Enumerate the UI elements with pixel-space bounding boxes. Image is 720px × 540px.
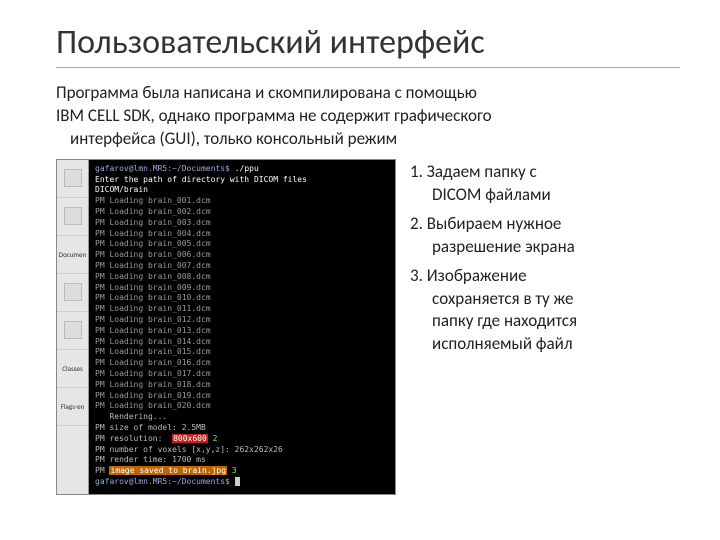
- sidebar-item: Classes: [57, 350, 88, 388]
- sidebar-item: [57, 198, 88, 236]
- page-title: Пользовательский интерфейс: [56, 22, 680, 63]
- terminal-window: Documen Classes Flags-en gafarov@lmn.MR5…: [56, 159, 396, 495]
- folder-icon: [64, 321, 82, 339]
- folder-icon: [64, 169, 82, 187]
- terminal-sidebar: Documen Classes Flags-en: [57, 160, 89, 494]
- sidebar-item: [57, 160, 88, 198]
- title-underline: [56, 67, 680, 68]
- folder-icon: [64, 207, 82, 225]
- sidebar-item: Flags-en: [57, 388, 88, 426]
- subtitle: Программа была написана и скомпилирована…: [56, 82, 680, 151]
- content-row: Documen Classes Flags-en gafarov@lmn.MR5…: [56, 159, 680, 495]
- step-2: 2. Выбираем нужное разрешение экрана: [410, 213, 680, 259]
- terminal-output: gafarov@lmn.MR5:~/Documents$ ./ppuEnter …: [89, 160, 395, 494]
- subtitle-line1: Программа была написана и скомпилирована…: [56, 82, 477, 103]
- sidebar-item: [57, 312, 88, 350]
- subtitle-line3: интерфейса (GUI), только консольный режи…: [56, 128, 680, 151]
- step-3: 3. Изображение сохраняется в ту же папку…: [410, 265, 680, 357]
- sidebar-item: [57, 274, 88, 312]
- folder-icon: [64, 283, 82, 301]
- step-1: 1. Задаем папку с DICOM файлами: [410, 161, 680, 207]
- subtitle-line2: IBM CELL SDK, однако программа не содерж…: [56, 105, 492, 126]
- sidebar-item: Documen: [57, 236, 88, 274]
- steps-list: 1. Задаем папку с DICOM файлами 2. Выбир…: [410, 159, 680, 363]
